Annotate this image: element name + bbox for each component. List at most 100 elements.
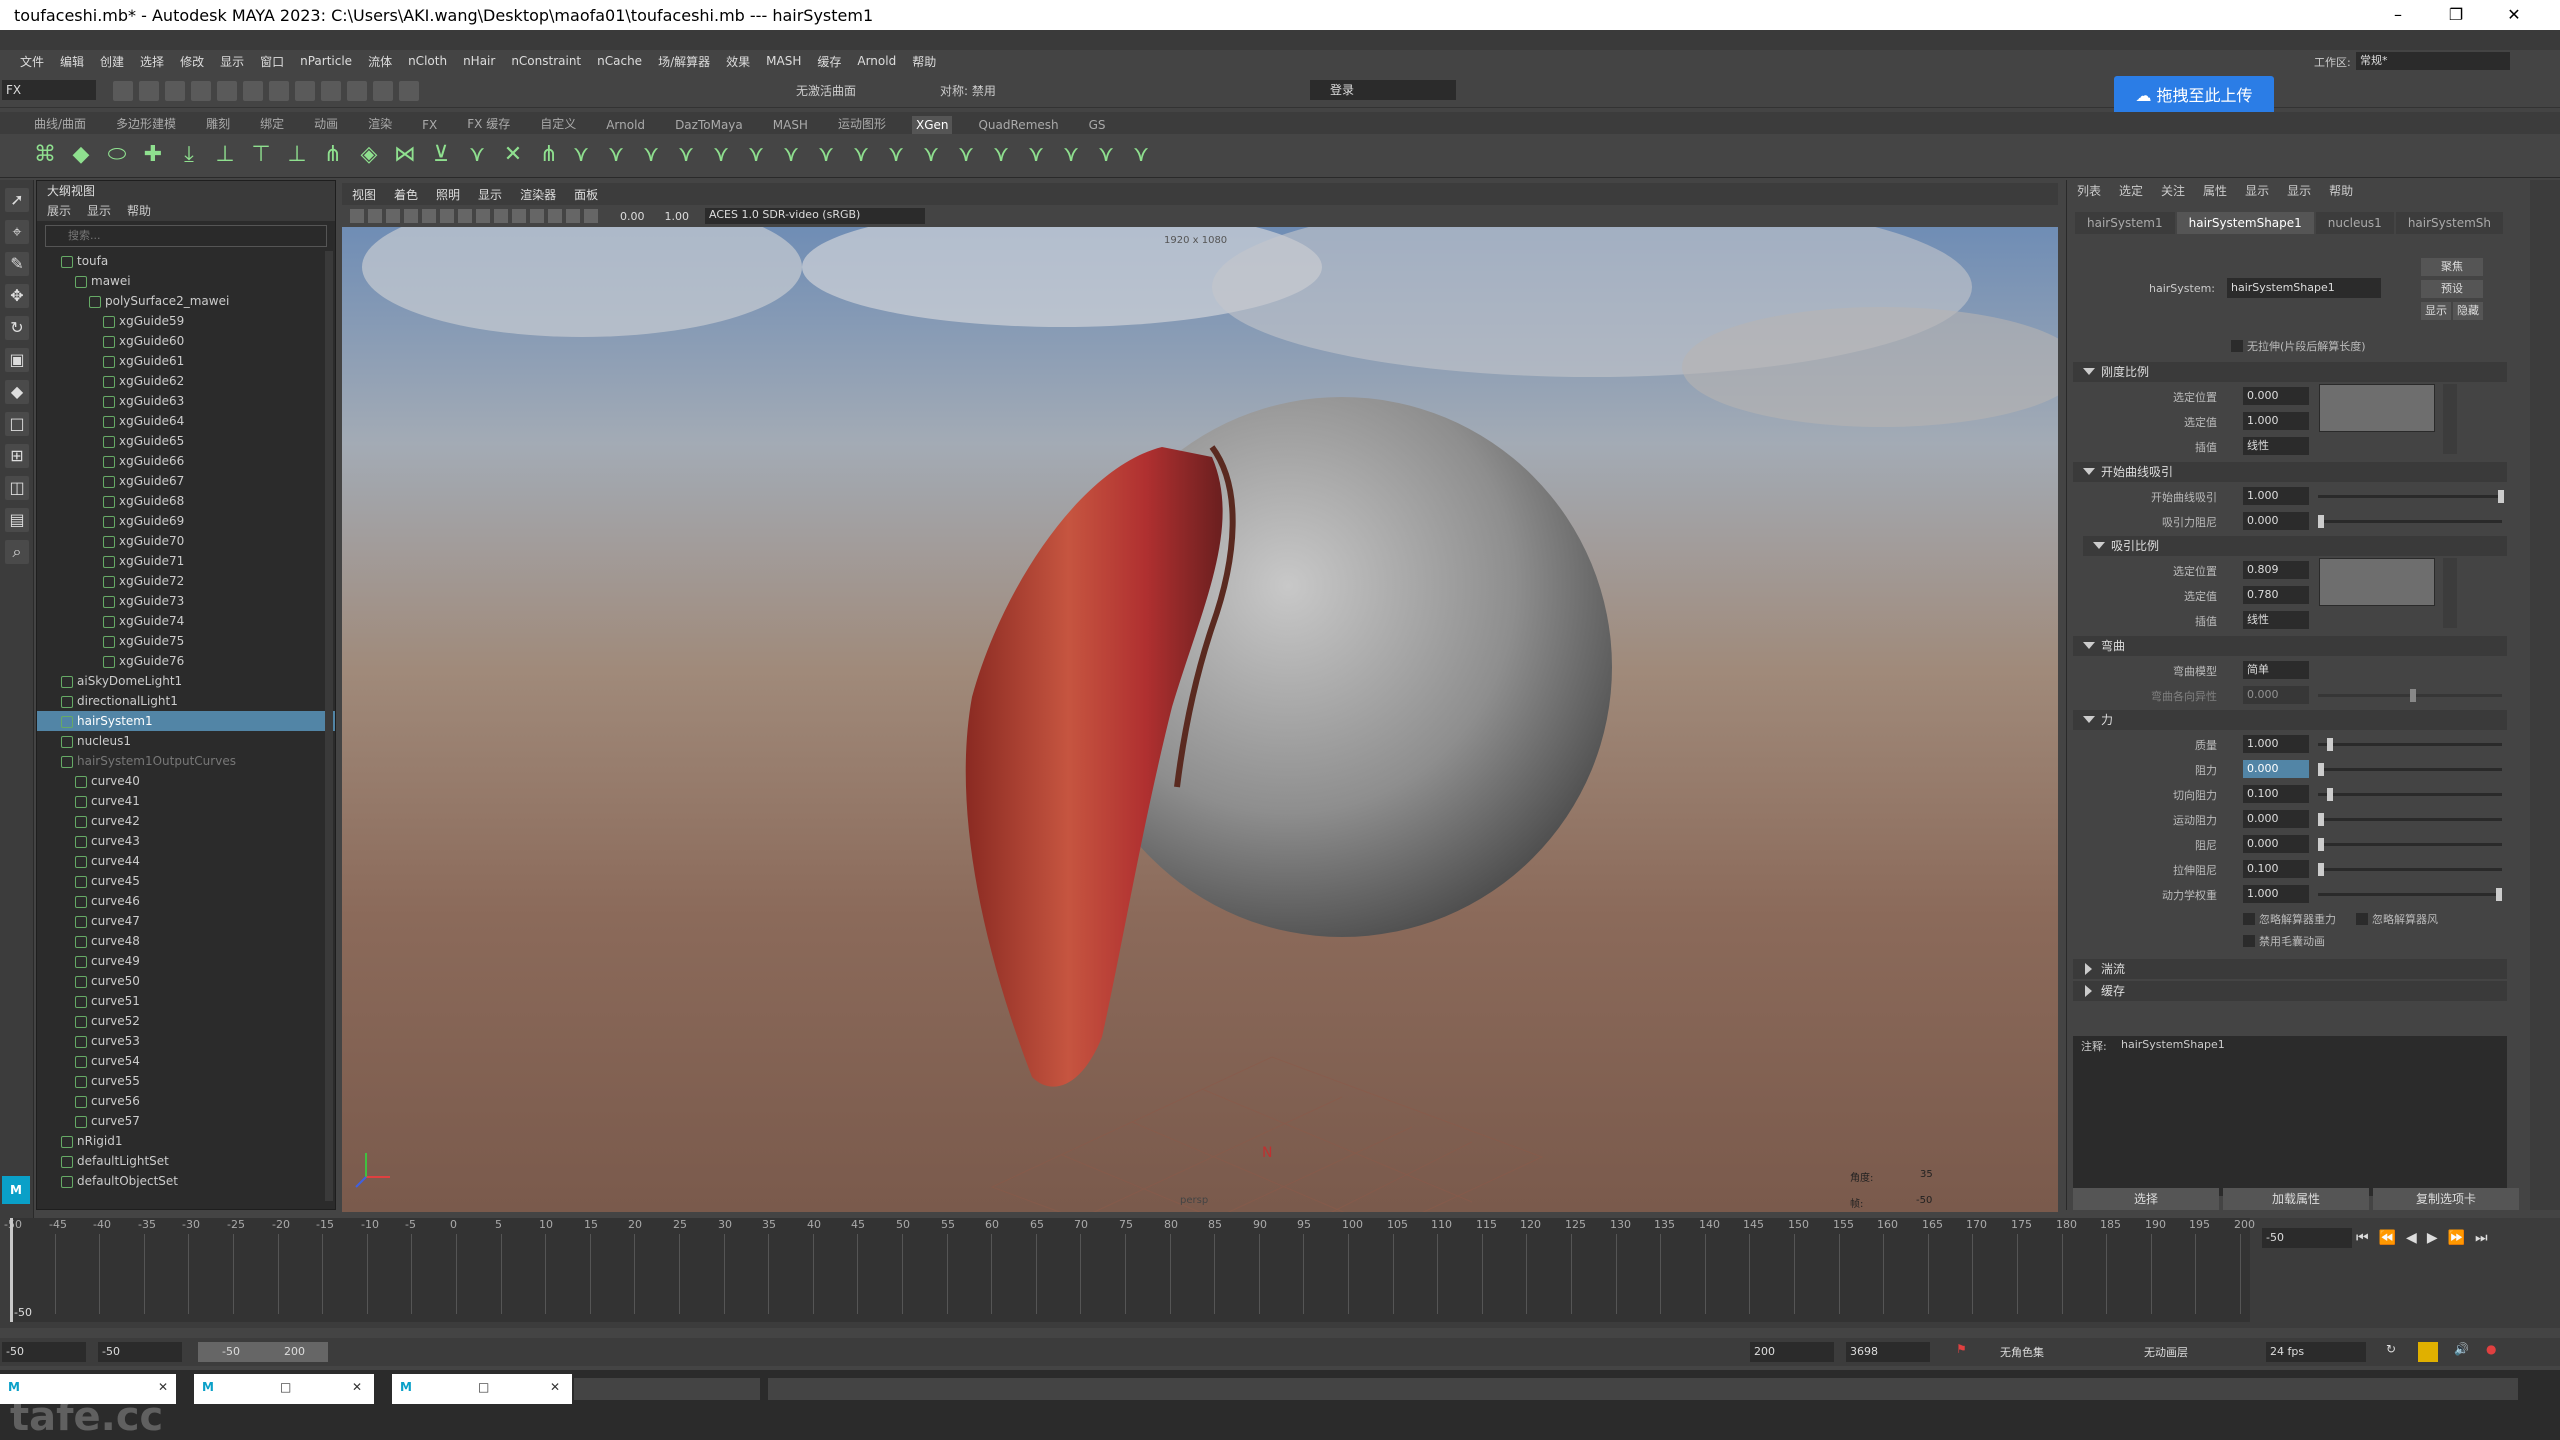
- force-slider-knob[interactable]: [2318, 863, 2324, 876]
- shelf-tab[interactable]: Arnold: [602, 116, 649, 134]
- menu-item[interactable]: 效果: [726, 53, 750, 70]
- slider[interactable]: [2318, 515, 2502, 528]
- outliner-item[interactable]: xgGuide66: [37, 451, 335, 471]
- snap-curve-icon[interactable]: [347, 81, 367, 101]
- copy-tab-button[interactable]: 复制选项卡: [2373, 1188, 2519, 1210]
- timeline-ruler[interactable]: -50-45-40-35-30-25-20-15-10-505101520253…: [4, 1218, 2255, 1322]
- xgen-groom-icon[interactable]: ⋎: [1128, 142, 1154, 168]
- menu-item[interactable]: 选择: [140, 53, 164, 70]
- xgen-groom-icon[interactable]: ⋎: [603, 142, 629, 168]
- outliner-item[interactable]: curve53: [37, 1031, 335, 1051]
- section-attract-scale[interactable]: 吸引比例: [2083, 536, 2507, 556]
- play-icon[interactable]: ▶: [2427, 1230, 2438, 1246]
- xgen-groom-icon[interactable]: ⋎: [673, 142, 699, 168]
- step-back-icon[interactable]: ◀: [2406, 1230, 2417, 1246]
- outliner-item[interactable]: xgGuide61: [37, 351, 335, 371]
- force-slider[interactable]: [2318, 788, 2502, 801]
- outliner-item[interactable]: mawei: [37, 271, 335, 291]
- attr-menu-item[interactable]: 帮助: [2329, 180, 2353, 202]
- shelf-tab[interactable]: 绑定: [256, 113, 288, 134]
- outliner-item[interactable]: curve57: [37, 1111, 335, 1131]
- slider[interactable]: [2318, 689, 2502, 702]
- outliner-item[interactable]: curve42: [37, 811, 335, 831]
- xgen-groom-icon[interactable]: ⋎: [708, 142, 734, 168]
- menu-item[interactable]: 创建: [100, 53, 124, 70]
- force-value[interactable]: 0.000: [2243, 835, 2309, 853]
- force-value[interactable]: 0.000: [2243, 810, 2309, 828]
- outliner-item[interactable]: curve54: [37, 1051, 335, 1071]
- attr-tab[interactable]: hairSystemSh: [2395, 212, 2504, 234]
- outliner-item[interactable]: curve55: [37, 1071, 335, 1091]
- outliner-menu-item[interactable]: 展示: [47, 201, 71, 221]
- menu-item[interactable]: 缓存: [817, 53, 841, 70]
- value[interactable]: 线性: [2243, 437, 2309, 455]
- outliner-scrollbar[interactable]: [325, 251, 333, 1201]
- last-tool-icon[interactable]: ◆: [5, 380, 29, 404]
- upload-button[interactable]: ☁ 拖拽至此上传: [2114, 76, 2274, 116]
- hide-button[interactable]: 隐藏: [2453, 302, 2483, 320]
- outliner-item[interactable]: curve41: [37, 791, 335, 811]
- value[interactable]: 0.809: [2243, 561, 2309, 579]
- force-slider-knob[interactable]: [2318, 813, 2324, 826]
- force-slider-knob[interactable]: [2318, 838, 2324, 851]
- xgen-tool-icon[interactable]: ⬭: [104, 142, 130, 168]
- redo-icon[interactable]: [217, 81, 237, 101]
- outliner-item[interactable]: hairSystem1: [37, 711, 335, 731]
- shelf-tab[interactable]: FX: [418, 116, 441, 134]
- value[interactable]: 1.000: [2243, 412, 2309, 430]
- cache-icon[interactable]: [2418, 1342, 2438, 1362]
- attr-menu-item[interactable]: 属性: [2203, 180, 2227, 202]
- node-name-field[interactable]: hairSystemShape1: [2227, 278, 2381, 298]
- outliner-item[interactable]: xgGuide75: [37, 631, 335, 651]
- viewport-menu-item[interactable]: 显示: [478, 186, 502, 203]
- sound-icon[interactable]: 🔊: [2454, 1342, 2469, 1356]
- shelf-tab[interactable]: 渲染: [364, 113, 396, 134]
- login-button[interactable]: 登录: [1310, 80, 1456, 100]
- film-gate-icon[interactable]: [422, 209, 436, 223]
- select-component-icon[interactable]: [295, 81, 315, 101]
- xgen-tool-icon[interactable]: ⤓: [176, 142, 202, 168]
- shelf-tab[interactable]: FX 缓存: [463, 113, 514, 134]
- task-input-field[interactable]: [574, 1378, 760, 1400]
- section-forces[interactable]: 力: [2073, 710, 2507, 730]
- outliner-item[interactable]: curve43: [37, 831, 335, 851]
- xgen-groom-icon[interactable]: ⋎: [988, 142, 1014, 168]
- go-start-icon[interactable]: ⏮: [2356, 1230, 2369, 1246]
- force-slider[interactable]: [2318, 863, 2502, 876]
- outliner-search[interactable]: 搜索...: [45, 225, 327, 247]
- playback-start-field[interactable]: -50: [98, 1342, 182, 1362]
- menu-item[interactable]: 显示: [220, 53, 244, 70]
- viewport-menu-item[interactable]: 照明: [436, 186, 460, 203]
- cb-ignore-gravity[interactable]: [2243, 913, 2255, 925]
- task-window-3[interactable]: M □ ✕: [392, 1374, 572, 1404]
- outliner-item[interactable]: xgGuide62: [37, 371, 335, 391]
- value[interactable]: 0.000: [2243, 512, 2309, 530]
- restore-icon[interactable]: ❐: [2428, 0, 2484, 30]
- xgen-tool-icon[interactable]: ✕: [500, 142, 526, 168]
- xgen-tool-icon[interactable]: ⊻: [428, 142, 454, 168]
- focus-button[interactable]: 聚焦: [2421, 258, 2483, 276]
- resolution-gate-icon[interactable]: [440, 209, 454, 223]
- slider-knob[interactable]: [2410, 689, 2416, 702]
- force-slider-knob[interactable]: [2326, 788, 2333, 801]
- value[interactable]: 0.000: [2243, 387, 2309, 405]
- outliner-item[interactable]: xgGuide65: [37, 431, 335, 451]
- step-forward-icon[interactable]: ⏩: [2448, 1230, 2465, 1246]
- save-scene-icon[interactable]: [165, 81, 185, 101]
- menu-item[interactable]: nParticle: [300, 54, 352, 68]
- menu-item[interactable]: Arnold: [857, 54, 896, 68]
- value[interactable]: 0.780: [2243, 586, 2309, 604]
- select-object-icon[interactable]: [269, 81, 289, 101]
- outliner-item[interactable]: defaultObjectSet: [37, 1171, 335, 1191]
- rotate-tool-icon[interactable]: ↻: [5, 316, 29, 340]
- shadows-icon[interactable]: [530, 209, 544, 223]
- slider-knob[interactable]: [2318, 515, 2324, 528]
- move-tool-icon[interactable]: ✥: [5, 284, 29, 308]
- layout-outliner-icon[interactable]: ▤: [5, 508, 29, 532]
- outliner-item[interactable]: xgGuide60: [37, 331, 335, 351]
- task-restore-icon[interactable]: □: [478, 1380, 489, 1394]
- force-slider[interactable]: [2318, 813, 2502, 826]
- minimize-icon[interactable]: –: [2370, 0, 2426, 30]
- snap-plane-icon[interactable]: [399, 81, 419, 101]
- xgen-groom-icon[interactable]: ⋎: [813, 142, 839, 168]
